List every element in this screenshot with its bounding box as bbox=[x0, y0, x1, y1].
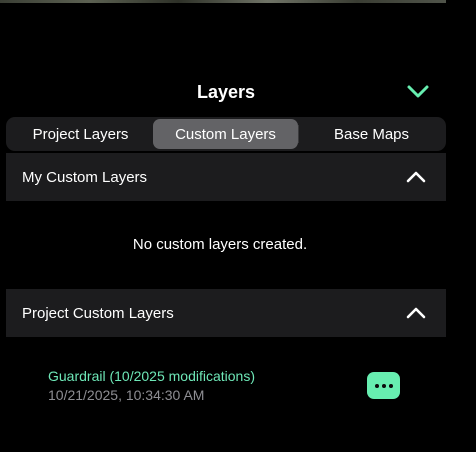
section-title: Project Custom Layers bbox=[22, 304, 174, 322]
layer-timestamp: 10/21/2025, 10:34:30 AM bbox=[48, 387, 205, 403]
more-options-button[interactable] bbox=[367, 372, 400, 399]
list-item[interactable]: Guardrail (10/2025 modifications) 10/21/… bbox=[48, 366, 408, 410]
collapse-button[interactable] bbox=[404, 80, 432, 104]
tab-custom-layers[interactable]: Custom Layers bbox=[153, 119, 298, 149]
tab-project-layers[interactable]: Project Layers bbox=[8, 119, 153, 149]
layer-tabs: Project Layers Custom Layers Base Maps bbox=[6, 117, 446, 151]
more-icon bbox=[373, 383, 394, 388]
tab-base-maps[interactable]: Base Maps bbox=[299, 119, 444, 149]
chevron-down-icon bbox=[407, 85, 429, 98]
page-title: Layers bbox=[196, 82, 256, 102]
map-preview-strip bbox=[0, 0, 446, 3]
layer-name: Guardrail (10/2025 modifications) bbox=[48, 368, 255, 384]
project-custom-layers-header[interactable]: Project Custom Layers bbox=[6, 289, 446, 337]
chevron-up-icon bbox=[406, 307, 426, 319]
empty-state-message: No custom layers created. bbox=[132, 236, 308, 253]
section-title: My Custom Layers bbox=[22, 168, 148, 186]
my-custom-layers-header[interactable]: My Custom Layers bbox=[6, 153, 446, 201]
chevron-up-icon bbox=[406, 171, 426, 183]
layers-header: Layers bbox=[0, 78, 452, 108]
